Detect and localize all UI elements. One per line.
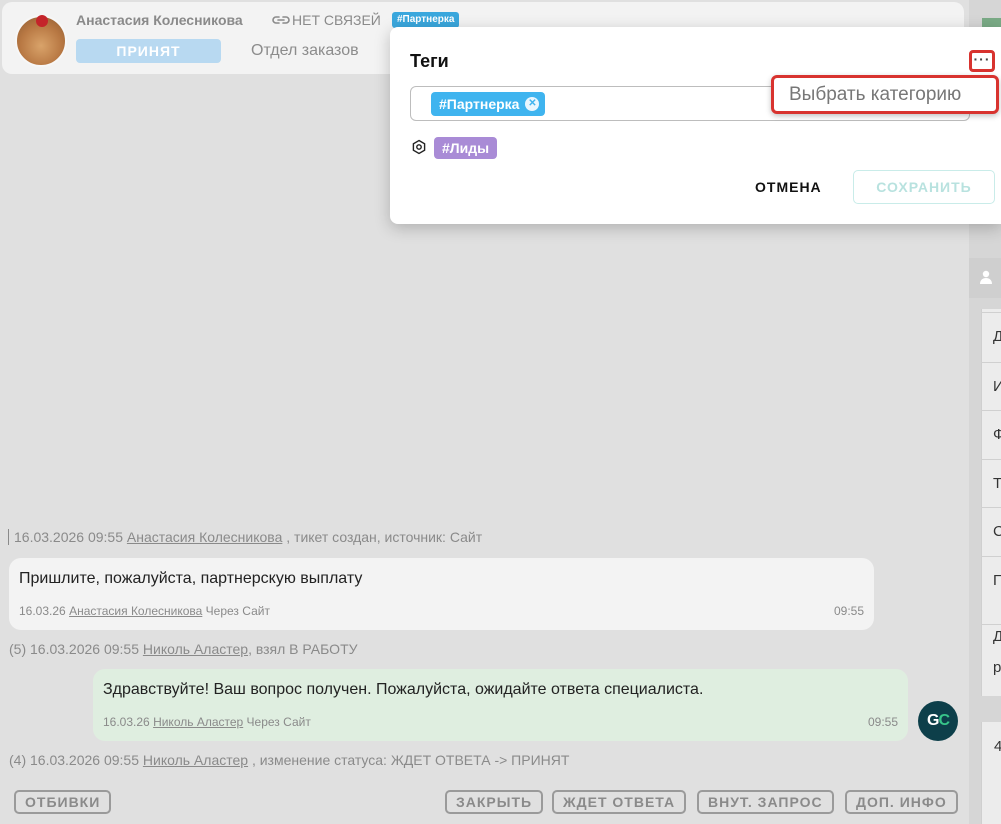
message-author-link[interactable]: Николь Аластер xyxy=(153,715,243,729)
cancel-button[interactable]: ОТМЕНА xyxy=(745,170,832,204)
link-icon xyxy=(272,16,290,24)
close-ticket-button[interactable]: ЗАКРЫТЬ xyxy=(445,790,544,814)
ticket-status-badge[interactable]: ПРИНЯТ xyxy=(76,39,221,63)
selected-tag-chip[interactable]: #Партнерка ✕ xyxy=(431,92,546,116)
agent-message: Здравствуйте! Ваш вопрос получен. Пожалу… xyxy=(93,669,908,741)
client-info-row[interactable]: С xyxy=(981,507,1001,555)
remove-tag-icon[interactable]: ✕ xyxy=(525,97,540,111)
event-user-link[interactable]: Анастасия Колесникова xyxy=(127,529,282,545)
modal-title: Теги xyxy=(410,51,449,71)
internal-request-button[interactable]: ВНУТ. ЗАПРОС xyxy=(697,790,834,814)
message-text: Пришлите, пожалуйста, партнерскую выплат… xyxy=(19,570,363,587)
client-info-row: р xyxy=(993,659,1001,676)
message-time: 09:55 xyxy=(867,715,898,729)
more-info-button[interactable]: ДОП. ИНФО xyxy=(845,790,958,814)
client-info-row[interactable]: Ф xyxy=(981,410,1001,458)
ticket-created-event: 16.03.2026 09:55 Анастасия Колесникова ,… xyxy=(8,529,482,545)
awaiting-reply-button[interactable]: ЖДЕТ ОТВЕТА xyxy=(552,790,687,814)
header-tag[interactable]: #Партнерка xyxy=(392,12,460,28)
person-icon xyxy=(980,270,992,284)
agent-avatar[interactable]: GC xyxy=(918,701,958,741)
event-user-link[interactable]: Николь Аластер xyxy=(143,752,248,768)
department-label[interactable]: Отдел заказов xyxy=(251,42,359,60)
message-meta: 16.03.26 Николь Аластер Через Сайт xyxy=(103,715,311,729)
select-category-item[interactable]: Выбрать категорию xyxy=(789,84,961,106)
client-info-row[interactable]: Т xyxy=(981,459,1001,507)
message-meta: 16.03.26 Анастасия Колесникова Через Сай… xyxy=(19,604,270,618)
save-button[interactable]: СОХРАНИТЬ xyxy=(853,170,995,204)
status-change-event: (4) 16.03.2026 09:55 Николь Аластер , из… xyxy=(9,752,570,768)
client-info-row[interactable]: П xyxy=(981,556,1001,604)
event-user-link[interactable]: Николь Аластер xyxy=(143,641,248,657)
ellipsis-icon: ··· xyxy=(973,51,991,67)
message-time: 09:55 xyxy=(833,604,864,618)
link-status-label: НЕТ СВЯЗЕЙ xyxy=(292,12,381,28)
more-options-button[interactable]: ··· xyxy=(969,50,995,72)
tags-modal: Теги ··· #Партнерка ✕ #Лиды ОТМЕНА СОХРА… xyxy=(390,27,1001,224)
client-info-row[interactable]: Д xyxy=(981,312,1001,360)
message-text: Здравствуйте! Ваш вопрос получен. Пожалу… xyxy=(103,681,704,698)
available-tag-chip[interactable]: #Лиды xyxy=(434,137,498,159)
user-name[interactable]: Анастасия Колесникова xyxy=(76,12,243,28)
selected-tag-label: #Партнерка xyxy=(439,96,520,112)
more-options-dropdown: Выбрать категорию xyxy=(771,75,999,114)
taken-in-work-event: (5) 16.03.2026 09:55 Николь Аластер, взя… xyxy=(9,641,358,657)
client-message: Пришлите, пожалуйста, партнерскую выплат… xyxy=(9,558,874,630)
category-icon xyxy=(412,139,426,155)
link-status[interactable]: НЕТ СВЯЗЕЙ xyxy=(272,12,381,28)
message-author-link[interactable]: Анастасия Колесникова xyxy=(69,604,202,618)
client-info-row[interactable]: И xyxy=(981,362,1001,410)
client-info-row[interactable]: Д xyxy=(981,624,1001,648)
rejections-button[interactable]: ОТБИВКИ xyxy=(14,790,112,814)
user-avatar[interactable] xyxy=(15,15,67,67)
sidebar-secondary-label: 4 xyxy=(994,738,1001,755)
